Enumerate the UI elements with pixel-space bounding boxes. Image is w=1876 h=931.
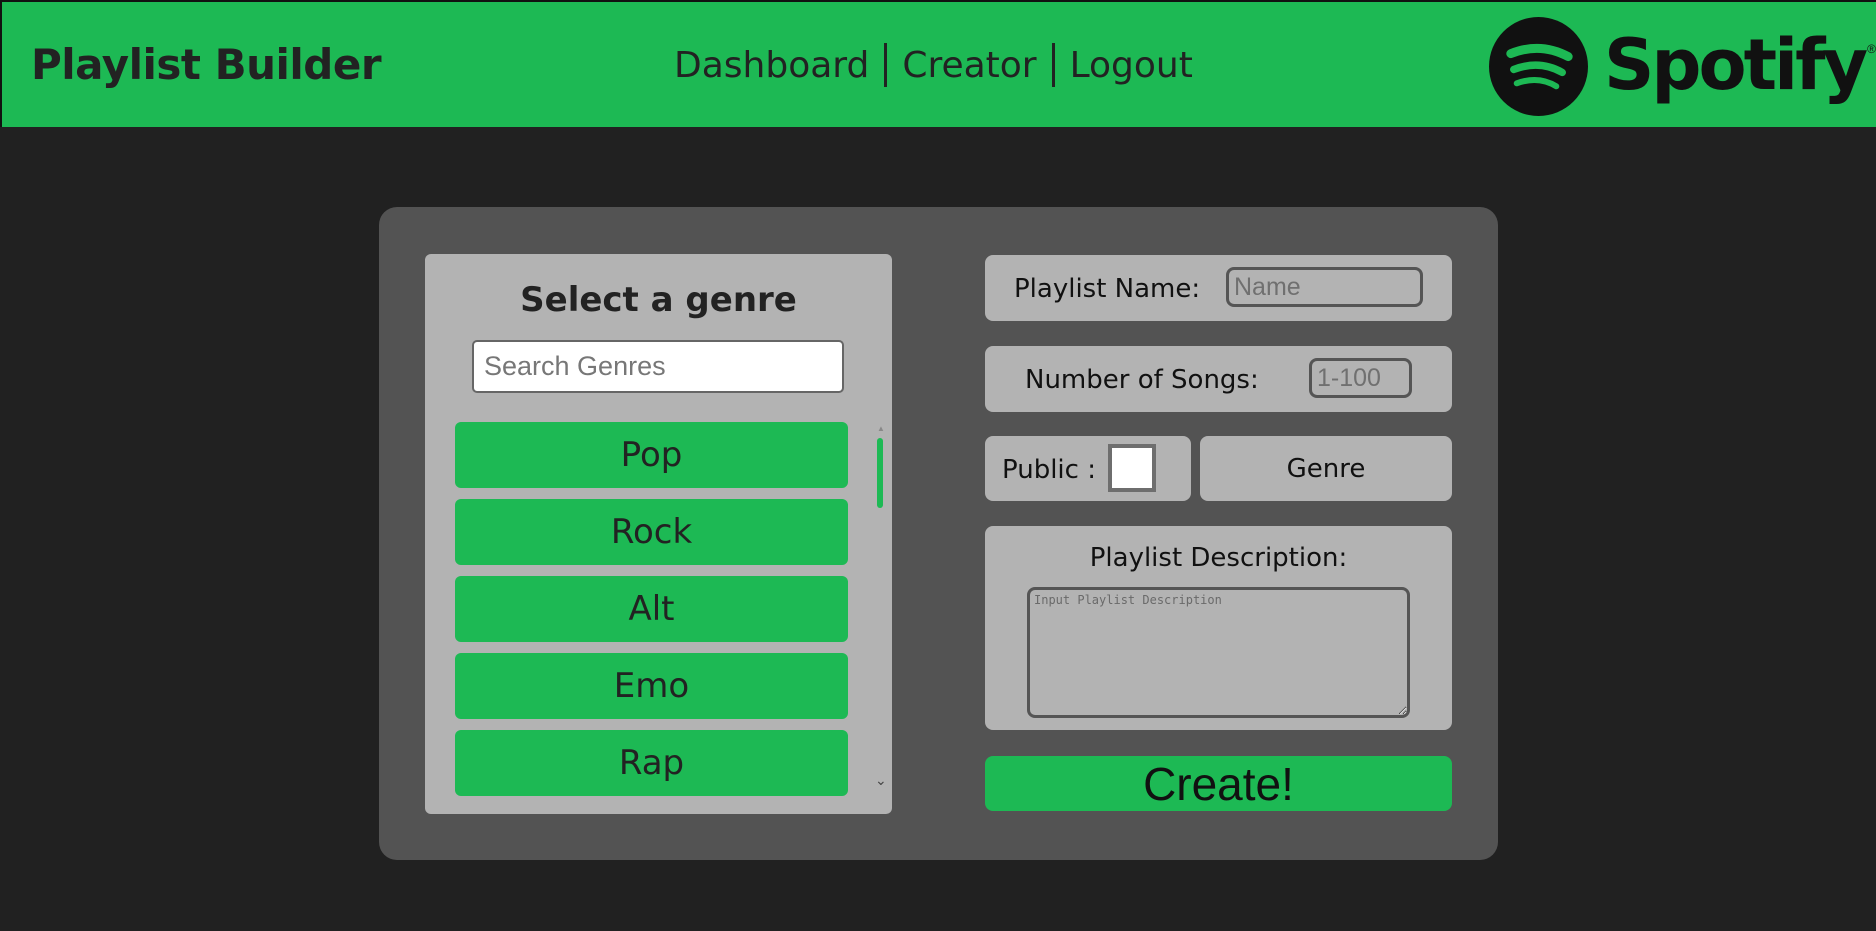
nav-logout-link[interactable]: Logout — [1070, 45, 1193, 86]
public-row: Public : — [985, 436, 1191, 501]
spotify-wordmark: Spotify — [1604, 24, 1868, 106]
scroll-down-icon[interactable]: ⌄ — [875, 772, 887, 789]
genre-selector-title: Select a genre — [520, 280, 797, 320]
genre-option-rap[interactable]: Rap — [455, 730, 848, 796]
genre-search-input[interactable] — [472, 340, 844, 393]
num-songs-input[interactable] — [1309, 358, 1412, 398]
create-button[interactable]: Create! — [985, 756, 1452, 811]
nav-divider — [1051, 43, 1055, 87]
num-songs-label: Number of Songs: — [1025, 365, 1259, 395]
description-textarea[interactable] — [1027, 587, 1410, 718]
genre-option-alt[interactable]: Alt — [455, 576, 848, 642]
public-checkbox[interactable] — [1108, 444, 1156, 492]
playlist-name-input[interactable] — [1226, 267, 1423, 307]
description-label: Playlist Description: — [1089, 543, 1348, 573]
main-nav: Dashboard Creator Logout — [674, 43, 1193, 87]
genre-option-emo[interactable]: Emo — [455, 653, 848, 719]
genre-option-pop[interactable]: Pop — [455, 422, 848, 488]
nav-dashboard-link[interactable]: Dashboard — [674, 45, 869, 86]
genre-option-rock[interactable]: Rock — [455, 499, 848, 565]
genre-button[interactable]: Genre — [1200, 436, 1452, 501]
genre-selector: Select a genre Pop Rock Alt Emo Rap ▲ ⌄ — [425, 254, 892, 814]
nav-divider — [884, 43, 888, 87]
description-box: Playlist Description: — [985, 526, 1452, 730]
scrollbar-thumb[interactable] — [877, 438, 883, 508]
app-title: Playlist Builder — [31, 40, 382, 89]
spotify-icon — [1489, 17, 1588, 121]
playlist-name-row: Playlist Name: — [985, 255, 1452, 321]
scroll-up-icon[interactable]: ▲ — [877, 424, 885, 433]
playlist-name-label: Playlist Name: — [1014, 274, 1201, 304]
top-header: Playlist Builder Dashboard Creator Logou… — [0, 0, 1876, 127]
spotify-logo: Spotify ® — [1489, 17, 1876, 121]
num-songs-row: Number of Songs: — [985, 346, 1452, 412]
genre-list-scrollbar[interactable]: ▲ ⌄ — [875, 424, 887, 794]
registered-mark: ® — [1867, 42, 1876, 56]
nav-creator-link[interactable]: Creator — [902, 45, 1036, 86]
public-label: Public : — [1002, 455, 1096, 485]
genre-list: Pop Rock Alt Emo Rap — [455, 422, 848, 797]
